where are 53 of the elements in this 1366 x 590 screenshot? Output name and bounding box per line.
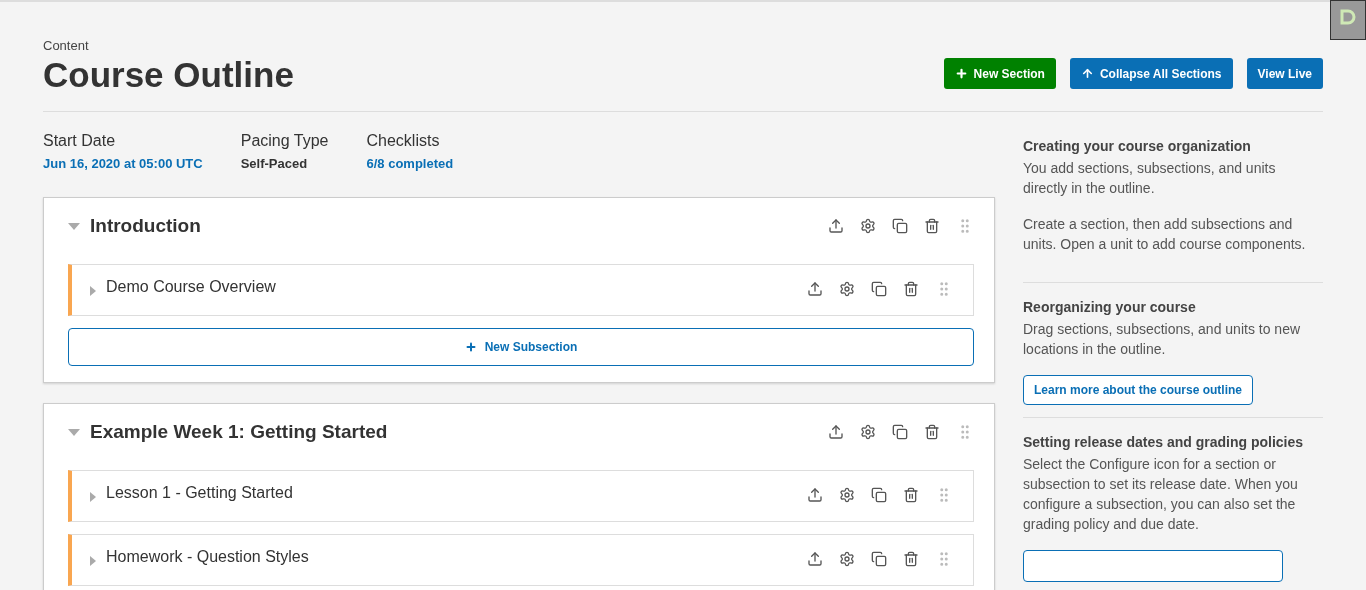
stat-value: Self-Paced — [240, 156, 309, 171]
duplicate-icon[interactable] — [892, 424, 908, 440]
collapse-button[interactable]: Collapse All Sections — [1069, 58, 1233, 89]
subsection-title[interactable]: Homework - Question Styles — [106, 548, 797, 566]
duplicate-icon[interactable] — [871, 487, 887, 503]
subsection-row[interactable]: Demo Course Overview — [68, 264, 974, 316]
help-heading: Reorganizing your course — [1023, 299, 1197, 315]
plus-icon — [464, 341, 477, 353]
subsection-title[interactable]: Lesson 1 - Getting Started — [106, 484, 797, 502]
settings-icon[interactable] — [860, 218, 876, 234]
help-paragraph: Create a section, then add subsections and units. Open a unit to add course components. — [1023, 215, 1307, 254]
plus-icon — [954, 67, 968, 80]
upload-icon[interactable] — [807, 551, 823, 567]
page-title: Course Outline — [43, 55, 294, 95]
upload-icon[interactable] — [807, 487, 823, 503]
outline-button[interactable] — [1023, 550, 1283, 582]
upload-icon[interactable] — [828, 424, 844, 440]
delete-icon[interactable] — [903, 487, 919, 503]
stat-label: Pacing Type — [240, 132, 329, 150]
new-subsection-button[interactable]: New Subsection — [68, 328, 974, 366]
upload-icon[interactable] — [807, 281, 823, 297]
learn-more-button[interactable]: Learn more about the course outline — [1023, 375, 1254, 405]
subsection-row[interactable]: Homework - Question Styles — [68, 534, 974, 586]
settings-icon[interactable] — [839, 281, 855, 297]
delete-icon[interactable] — [903, 551, 919, 567]
duplicate-icon[interactable] — [871, 551, 887, 567]
upload-icon[interactable] — [828, 218, 844, 234]
settings-icon[interactable] — [839, 551, 855, 567]
delete-icon[interactable] — [903, 281, 919, 297]
view-live-button[interactable]: View Live — [1246, 58, 1323, 89]
new-section-button[interactable]: New Section — [943, 58, 1056, 89]
arrow-up-icon — [1080, 67, 1094, 80]
stat-label: Checklists — [366, 132, 441, 150]
extension-icon[interactable] — [1330, 0, 1366, 40]
help-paragraph: Select the Configure icon for a section or subsection to set its release date. When you configure a subsection, you can also set the grading policy and due date. — [1023, 455, 1299, 534]
stat-link[interactable]: 6/8 completed — [366, 156, 454, 171]
delete-icon[interactable] — [924, 218, 940, 234]
help-heading: Setting release dates and grading policies — [1023, 434, 1305, 450]
breadcrumb: Content — [43, 38, 90, 53]
duplicate-icon[interactable] — [871, 281, 887, 297]
stat-label: Start Date — [43, 132, 117, 150]
section-title[interactable]: Introduction — [90, 215, 818, 237]
section-title[interactable]: Example Week 1: Getting Started — [90, 421, 818, 443]
help-heading: Creating your course organization — [1023, 138, 1252, 154]
help-paragraph: You add sections, subsections, and units directly in the outline. — [1023, 159, 1277, 198]
subsection-row[interactable]: Lesson 1 - Getting Started — [68, 470, 974, 522]
settings-icon[interactable] — [860, 424, 876, 440]
help-paragraph: Drag sections, subsections, and units to new locations in the outline. — [1023, 320, 1302, 359]
settings-icon[interactable] — [839, 487, 855, 503]
subsection-title[interactable]: Demo Course Overview — [106, 278, 797, 296]
stat-link[interactable]: Jun 16, 2020 at 05:00 UTC — [43, 156, 203, 171]
delete-icon[interactable] — [924, 424, 940, 440]
duplicate-icon[interactable] — [892, 218, 908, 234]
